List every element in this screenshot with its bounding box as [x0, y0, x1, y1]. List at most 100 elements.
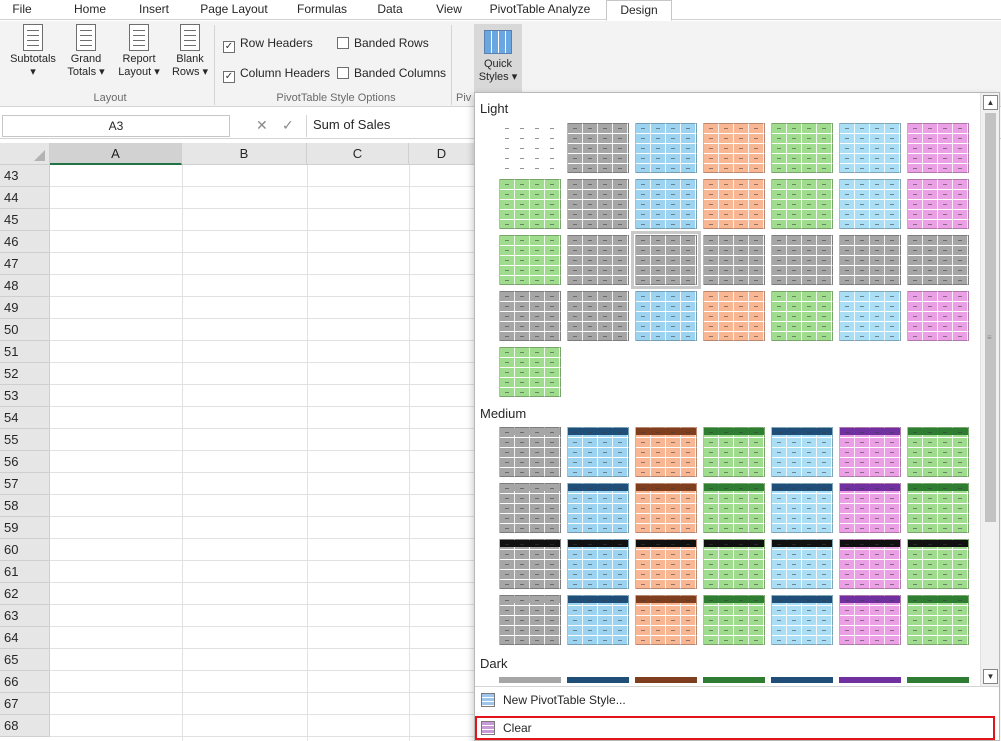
style-swatch-light-27[interactable] [839, 291, 901, 341]
style-swatch-light-21[interactable] [907, 235, 969, 285]
row-header-63[interactable]: 63 [0, 605, 50, 627]
style-swatch-medium-8[interactable] [499, 483, 561, 533]
scroll-up-icon[interactable]: ▲ [983, 95, 998, 110]
row-header-53[interactable]: 53 [0, 385, 50, 407]
style-swatch-light-4[interactable] [703, 123, 765, 173]
cancel-icon[interactable]: ✕ [256, 117, 268, 134]
style-swatch-medium-9[interactable] [567, 483, 629, 533]
banded-columns-checkbox[interactable]: Banded Columns [337, 66, 446, 80]
style-swatch-light-12[interactable] [771, 179, 833, 229]
name-box[interactable]: A3 [2, 115, 230, 137]
row-header-68[interactable]: 68 [0, 715, 50, 737]
row-header-48[interactable]: 48 [0, 275, 50, 297]
row-header-64[interactable]: 64 [0, 627, 50, 649]
style-swatch-medium-3[interactable] [635, 427, 697, 477]
column-header-b[interactable]: B [182, 143, 307, 165]
style-swatch-medium-18[interactable] [703, 539, 765, 589]
style-swatch-medium-7[interactable] [907, 427, 969, 477]
style-swatch-light-19[interactable] [771, 235, 833, 285]
style-swatch-light-3[interactable] [635, 123, 697, 173]
style-swatch-light-24[interactable] [635, 291, 697, 341]
style-swatch-medium-20[interactable] [839, 539, 901, 589]
row-header-56[interactable]: 56 [0, 451, 50, 473]
style-swatch-light-16[interactable] [567, 235, 629, 285]
row-header-55[interactable]: 55 [0, 429, 50, 451]
column-headers-checkbox[interactable]: ✓ Column Headers [223, 66, 330, 83]
style-swatch-light-5[interactable] [771, 123, 833, 173]
style-swatch-dark-4[interactable] [703, 677, 765, 683]
style-swatch-medium-11[interactable] [703, 483, 765, 533]
style-swatch-medium-14[interactable] [907, 483, 969, 533]
tab-design[interactable]: Design [606, 0, 672, 21]
style-swatch-medium-10[interactable] [635, 483, 697, 533]
tab-formulas[interactable]: Formulas [290, 0, 354, 20]
scroll-thumb[interactable]: ≡ [985, 113, 996, 522]
row-header-51[interactable]: 51 [0, 341, 50, 363]
subtotals-button[interactable]: Subtotals ▾ [6, 24, 60, 79]
style-swatch-medium-5[interactable] [771, 427, 833, 477]
blank-rows-button[interactable]: Blank Rows ▾ [168, 24, 212, 79]
style-swatch-light-18[interactable] [703, 235, 765, 285]
style-swatch-light-25[interactable] [703, 291, 765, 341]
style-swatch-light-10[interactable] [635, 179, 697, 229]
row-header-45[interactable]: 45 [0, 209, 50, 231]
scroll-down-icon[interactable]: ▼ [983, 669, 998, 684]
grand-totals-button[interactable]: Grand Totals ▾ [64, 24, 108, 79]
style-swatch-medium-24[interactable] [635, 595, 697, 645]
row-header-62[interactable]: 62 [0, 583, 50, 605]
style-swatch-light-7[interactable] [907, 123, 969, 173]
style-swatch-medium-26[interactable] [771, 595, 833, 645]
style-swatch-dark-1[interactable] [499, 677, 561, 683]
style-swatch-medium-13[interactable] [839, 483, 901, 533]
row-header-44[interactable]: 44 [0, 187, 50, 209]
style-swatch-light-11[interactable] [703, 179, 765, 229]
column-header-a[interactable]: A [50, 143, 182, 165]
row-header-66[interactable]: 66 [0, 671, 50, 693]
style-swatch-light-29[interactable] [499, 347, 561, 397]
style-swatch-light-22[interactable] [499, 291, 561, 341]
column-header-c[interactable]: C [307, 143, 409, 165]
style-swatch-light-8[interactable] [499, 179, 561, 229]
style-swatch-medium-27[interactable] [839, 595, 901, 645]
style-swatch-light-13[interactable] [839, 179, 901, 229]
style-swatch-medium-22[interactable] [499, 595, 561, 645]
style-swatch-medium-21[interactable] [907, 539, 969, 589]
style-swatch-light-28[interactable] [907, 291, 969, 341]
style-swatch-light-17[interactable] [631, 231, 701, 289]
tab-file[interactable]: File [0, 0, 44, 20]
style-swatch-light-2[interactable] [567, 123, 629, 173]
style-swatch-medium-28[interactable] [907, 595, 969, 645]
style-swatch-dark-2[interactable] [567, 677, 629, 683]
clear-item[interactable]: Clear [481, 721, 532, 735]
style-swatch-medium-12[interactable] [771, 483, 833, 533]
row-header-61[interactable]: 61 [0, 561, 50, 583]
row-header-60[interactable]: 60 [0, 539, 50, 561]
style-swatch-light-26[interactable] [771, 291, 833, 341]
tab-pivottable-analyze[interactable]: PivotTable Analyze [483, 0, 597, 20]
row-headers-checkbox[interactable]: ✓ Row Headers [223, 36, 313, 53]
style-swatch-dark-3[interactable] [635, 677, 697, 683]
style-swatch-medium-17[interactable] [635, 539, 697, 589]
style-swatch-medium-2[interactable] [567, 427, 629, 477]
select-all-corner[interactable] [0, 143, 50, 165]
style-swatch-medium-23[interactable] [567, 595, 629, 645]
style-swatch-light-9[interactable] [567, 179, 629, 229]
row-header-46[interactable]: 46 [0, 231, 50, 253]
report-layout-button[interactable]: Report Layout ▾ [114, 24, 164, 79]
style-swatch-light-20[interactable] [839, 235, 901, 285]
quick-styles-button[interactable]: Quick Styles ▾ [474, 24, 522, 94]
row-header-57[interactable]: 57 [0, 473, 50, 495]
row-header-59[interactable]: 59 [0, 517, 50, 539]
row-header-50[interactable]: 50 [0, 319, 50, 341]
row-header-52[interactable]: 52 [0, 363, 50, 385]
style-swatch-medium-1[interactable] [499, 427, 561, 477]
tab-insert[interactable]: Insert [125, 0, 183, 20]
row-header-47[interactable]: 47 [0, 253, 50, 275]
tab-home[interactable]: Home [60, 0, 120, 20]
row-header-67[interactable]: 67 [0, 693, 50, 715]
banded-rows-checkbox[interactable]: Banded Rows [337, 36, 429, 50]
row-header-54[interactable]: 54 [0, 407, 50, 429]
clear-item-highlight[interactable]: Clear [475, 716, 995, 740]
new-pivottable-style-item[interactable]: New PivotTable Style... [481, 693, 626, 707]
tab-page-layout[interactable]: Page Layout [196, 0, 272, 20]
